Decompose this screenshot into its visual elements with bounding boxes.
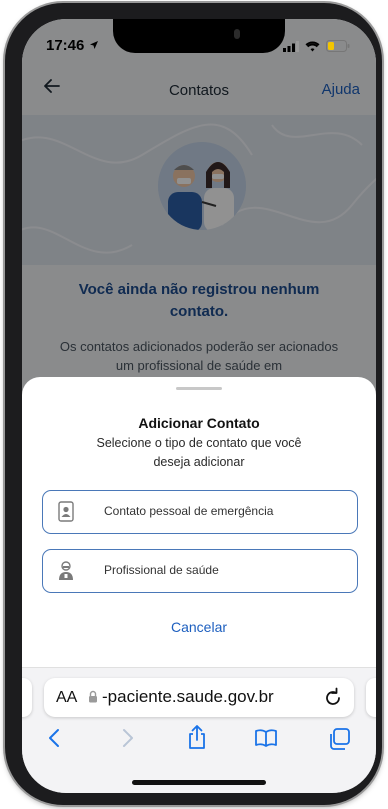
health-professional-icon <box>57 560 75 582</box>
safari-toolbar: AA -paciente.saude.gov.br <box>22 667 376 793</box>
emergency-contact-option[interactable]: Contato pessoal de emergência <box>42 490 358 534</box>
phone-frame: Contatos Ajuda Você ainda não registrou … <box>5 3 382 805</box>
text-size-button[interactable]: AA <box>56 689 77 707</box>
sheet-subtitle: Selecione o tipo de contato que você des… <box>96 436 302 469</box>
battery-icon <box>326 39 350 57</box>
address-bar[interactable]: AA -paciente.saude.gov.br <box>44 678 354 717</box>
contact-card-icon <box>57 501 75 523</box>
screen: Contatos Ajuda Você ainda não registrou … <box>22 19 376 793</box>
health-professional-option[interactable]: Profissional de saúde <box>42 549 358 593</box>
previous-tab-peek[interactable] <box>22 678 32 717</box>
add-contact-sheet: Adicionar Contato Selecione o tipo de co… <box>22 377 376 677</box>
wifi-icon <box>305 39 320 57</box>
sheet-drag-handle[interactable] <box>176 387 222 390</box>
camera-notch <box>113 19 285 53</box>
lock-icon <box>88 690 98 708</box>
home-indicator <box>132 780 266 785</box>
forward-icon[interactable] <box>122 728 134 753</box>
url-text[interactable]: -paciente.saude.gov.br <box>102 687 274 707</box>
cancel-button[interactable]: Cancelar <box>22 619 376 635</box>
status-time: 17:46 <box>46 37 99 54</box>
emergency-contact-label: Contato pessoal de emergência <box>104 504 274 518</box>
sheet-title: Adicionar Contato <box>138 415 260 431</box>
signal-icon <box>283 39 299 57</box>
next-tab-peek[interactable] <box>366 678 376 717</box>
reload-icon[interactable] <box>324 687 342 712</box>
status-icons <box>283 39 350 57</box>
share-icon[interactable] <box>187 724 207 755</box>
tabs-icon[interactable] <box>328 728 350 755</box>
status-time-text: 17:46 <box>46 37 85 54</box>
browser-nav <box>22 725 376 758</box>
bookmarks-icon[interactable] <box>254 728 278 753</box>
camera-dot <box>234 29 240 39</box>
back-icon[interactable] <box>48 728 60 753</box>
health-professional-label: Profissional de saúde <box>104 563 219 577</box>
location-arrow-icon <box>89 37 99 54</box>
